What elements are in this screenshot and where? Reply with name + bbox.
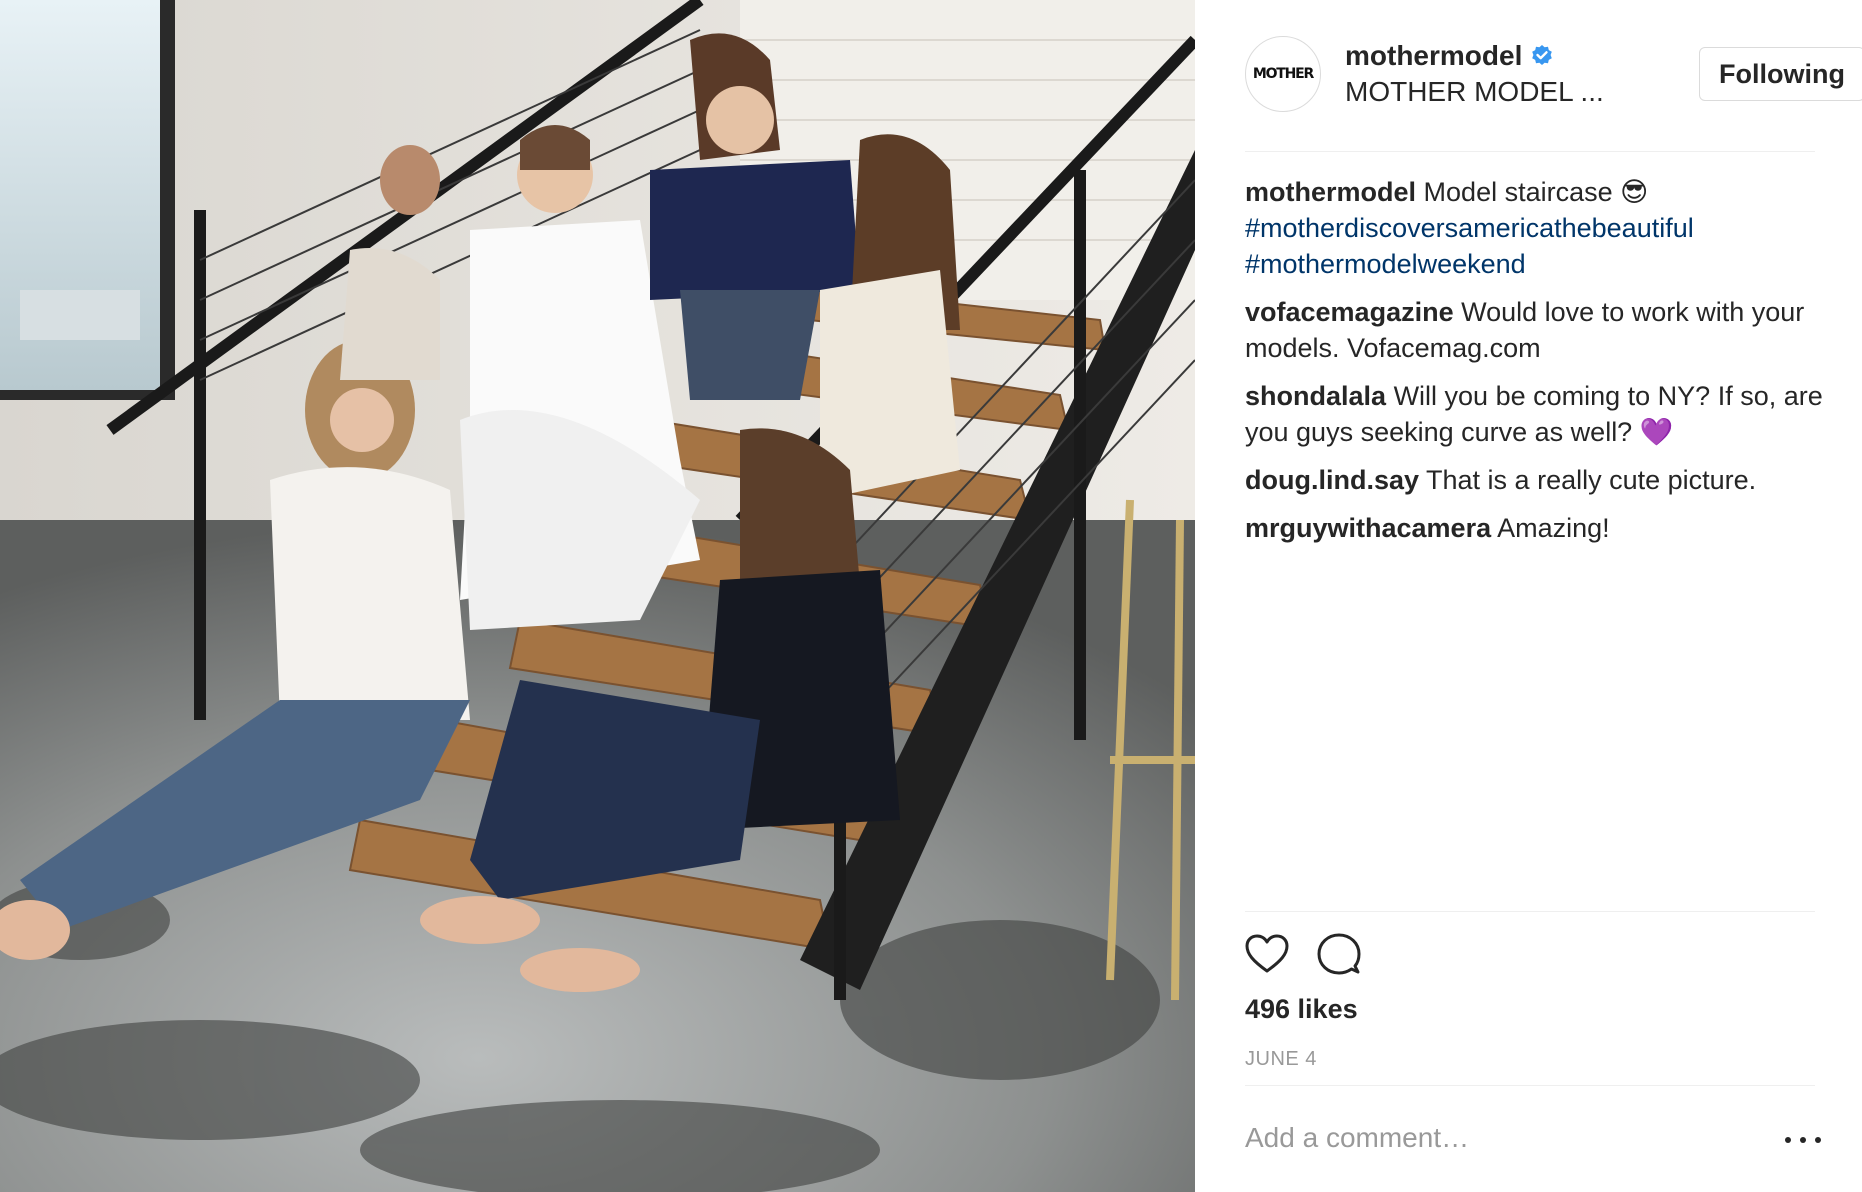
comment-username[interactable]: doug.lind.say [1245,465,1419,495]
comment-item: mrguywithacamera Amazing! [1245,510,1830,546]
verified-badge-icon [1532,45,1553,65]
action-bar [1243,930,1363,978]
post-header: MOTHER mothermodel MOTHER MODEL ... Foll… [1245,32,1862,116]
add-comment-input[interactable] [1245,1122,1745,1154]
speech-bubble-icon[interactable] [1315,930,1363,978]
post-photo[interactable] [0,0,1195,1192]
more-options-icon[interactable] [1785,1128,1821,1152]
hashtag-link[interactable]: #motherdiscoversamericathebeautiful [1245,213,1694,243]
avatar-logo-text: MOTHER [1252,66,1314,82]
username-row: mothermodel [1345,40,1554,72]
comment-divider [1245,1085,1815,1086]
comment-text: That is a really cute picture. [1426,465,1757,495]
more-dot [1815,1137,1821,1143]
profile-avatar[interactable]: MOTHER [1245,36,1321,112]
post-date[interactable]: JUNE 4 [1245,1048,1317,1071]
more-dot [1785,1137,1791,1143]
header-divider [1245,151,1815,152]
actions-divider [1245,911,1815,912]
comment-username[interactable]: vofacemagazine [1245,297,1454,327]
more-dot [1800,1137,1806,1143]
caption: mothermodel Model staircase 😎 #motherdis… [1245,174,1830,282]
following-button[interactable]: Following [1699,47,1862,101]
comment-username[interactable]: mrguywithacamera [1245,513,1491,543]
likes-count[interactable]: 496 likes [1245,994,1358,1025]
heart-outline-icon[interactable] [1243,930,1291,978]
caption-text: Model staircase 😎 [1423,177,1649,207]
post-details-panel: MOTHER mothermodel MOTHER MODEL ... Foll… [1195,0,1862,1192]
comment-item: vofacemagazine Would love to work with y… [1245,294,1830,366]
comments-list: mothermodel Model staircase 😎 #motherdis… [1245,174,1830,558]
comment-item: shondalala Will you be coming to NY? If … [1245,378,1830,450]
username-link[interactable]: mothermodel [1345,40,1522,72]
comment-item: doug.lind.say That is a really cute pict… [1245,462,1830,498]
full-name: MOTHER MODEL ... [1345,76,1604,107]
hashtag-link[interactable]: #mothermodelweekend [1245,249,1526,279]
caption-username[interactable]: mothermodel [1245,177,1416,207]
comment-text: Amazing! [1497,513,1610,543]
comment-username[interactable]: shondalala [1245,381,1386,411]
